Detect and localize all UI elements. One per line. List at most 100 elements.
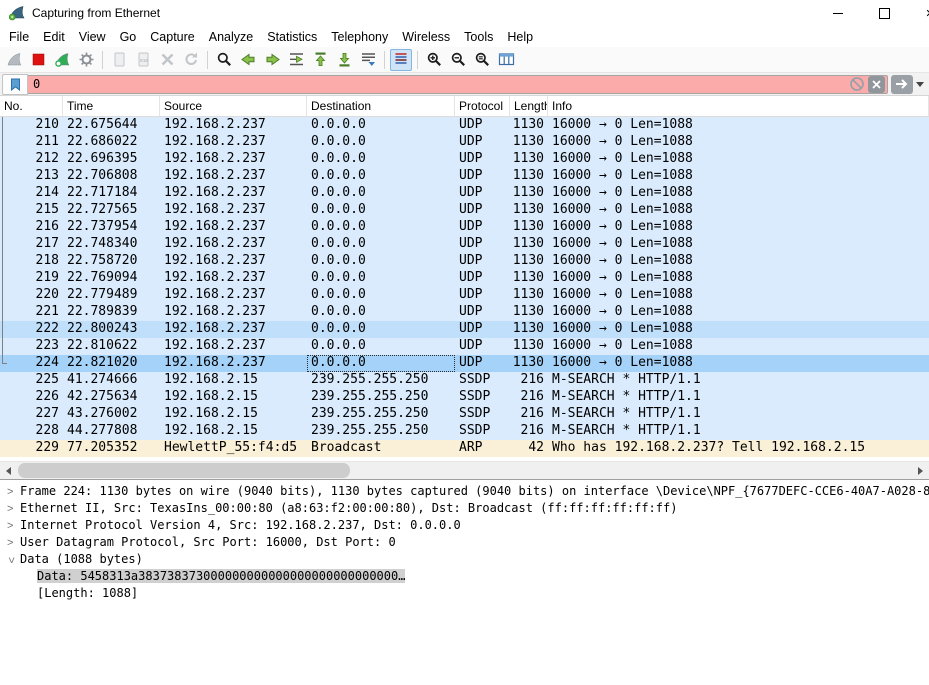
cell-info: Who has 192.168.2.237? Tell 192.168.2.15 [552,440,866,455]
filter-dropdown-button[interactable] [913,75,927,94]
arrow-down-bar-icon [336,51,353,68]
cell-destination: 0.0.0.0 [311,134,366,149]
open-file-button [108,49,130,71]
packet-row-219[interactable]: 219 22.769094 192.168.2.237 0.0.0.0 UDP 1130 1… [0,270,929,287]
packet-row-216[interactable]: 216 22.737954 192.168.2.237 0.0.0.0 UDP 1130 1… [0,219,929,236]
cell-length: 1130 [512,355,544,370]
menu-capture[interactable]: Capture [144,28,200,46]
detail-line-1[interactable]: > Ethernet II, Src: TexasIns_00:00:80 (a8… [0,501,929,518]
packet-row-222[interactable]: 222 22.800243 192.168.2.237 0.0.0.0 UDP 1130 1… [0,321,929,338]
menu-statistics[interactable]: Statistics [261,28,323,46]
packet-row-227[interactable]: 227 43.276002 192.168.2.15 239.255.255.250 S… [0,406,929,423]
capture-restart-button[interactable] [51,49,73,71]
packet-row-215[interactable]: 215 22.727565 192.168.2.237 0.0.0.0 UDP 1130 1… [0,202,929,219]
packet-row-220[interactable]: 220 22.779489 192.168.2.237 0.0.0.0 UDP 1130 1… [0,287,929,304]
close-button[interactable]: ✕ [907,0,929,26]
scroll-right-button[interactable] [912,462,929,479]
column-header-info[interactable]: Info [548,96,929,116]
cell-destination: 0.0.0.0 [311,338,366,353]
column-header-length[interactable]: Length [510,96,548,116]
cell-protocol: ARP [459,440,483,455]
menu-telephony[interactable]: Telephony [325,28,394,46]
go-forward-button[interactable] [261,49,283,71]
detail-line-2[interactable]: > Internet Protocol Version 4, Src: 192.1… [0,518,929,535]
goto-lines-arrow-icon [288,51,305,68]
auto-scroll-button[interactable] [357,49,379,71]
expander-closed-icon[interactable]: > [7,501,13,518]
menu-view[interactable]: View [73,28,112,46]
menu-help[interactable]: Help [501,28,539,46]
maximize-button[interactable] [861,0,907,26]
cell-destination: 0.0.0.0 [311,117,366,132]
column-header-destination[interactable]: Destination [307,96,455,116]
apply-filter-button[interactable] [891,74,913,94]
detail-line-3[interactable]: > User Datagram Protocol, Src Port: 16000… [0,535,929,552]
menu-go[interactable]: Go [114,28,143,46]
go-back-button[interactable] [237,49,259,71]
scroll-left-button[interactable] [0,462,17,479]
go-first-packet-button[interactable] [309,49,331,71]
cell-info: 16000 → 0 Len=1088 [552,338,693,353]
main-toolbar: 010 [0,47,929,73]
packet-row-224[interactable]: 224 22.821020 192.168.2.237 0.0.0.0 UDP 1130 1… [0,355,929,372]
expander-closed-icon[interactable]: > [7,484,13,501]
packet-row-211[interactable]: 211 22.686022 192.168.2.237 0.0.0.0 UDP 1130 1… [0,134,929,151]
expander-open-icon[interactable]: > [2,557,19,563]
maximize-icon [878,7,890,19]
cell-source: 192.168.2.15 [164,389,258,404]
packet-row-226[interactable]: 226 42.275634 192.168.2.15 239.255.255.250 S… [0,389,929,406]
menu-file[interactable]: File [3,28,35,46]
packet-row-212[interactable]: 212 22.696395 192.168.2.237 0.0.0.0 UDP 1130 1… [0,151,929,168]
open-document-icon [111,51,128,68]
resize-columns-button[interactable] [495,49,517,71]
zoom-in-button[interactable] [423,49,445,71]
go-to-packet-button[interactable] [285,49,307,71]
zoom-original-button[interactable] [471,49,493,71]
filter-bookmark-button[interactable] [2,73,28,95]
horizontal-scrollbar[interactable] [0,461,929,479]
expander-closed-icon[interactable]: > [7,535,13,552]
capture-options-button[interactable] [75,49,97,71]
go-last-packet-button[interactable] [333,49,355,71]
menu-analyze[interactable]: Analyze [203,28,259,46]
menu-tools[interactable]: Tools [458,28,499,46]
cell-time: 42.275634 [67,389,138,404]
packet-row-225[interactable]: 225 41.274666 192.168.2.15 239.255.255.250 S… [0,372,929,389]
minimize-button[interactable] [815,0,861,26]
capture-stop-button[interactable] [27,49,49,71]
packet-row-213[interactable]: 213 22.706808 192.168.2.237 0.0.0.0 UDP 1130 1… [0,168,929,185]
detail-line-6[interactable]: [Length: 1088] [0,586,929,603]
column-header-source[interactable]: Source [160,96,307,116]
display-filter-input[interactable]: 0 [28,74,888,94]
packet-row-218[interactable]: 218 22.758720 192.168.2.237 0.0.0.0 UDP 1130 1… [0,253,929,270]
find-packet-button[interactable] [213,49,235,71]
cell-protocol: SSDP [459,406,491,421]
column-header-time[interactable]: Time [63,96,160,116]
menu-edit[interactable]: Edit [37,28,71,46]
colorize-packets-button[interactable] [390,48,412,71]
cell-destination: 0.0.0.0 [311,151,366,166]
cell-destination: 0.0.0.0 [311,321,366,336]
reload-capture-button [180,49,202,71]
packet-row-228[interactable]: 228 44.277808 192.168.2.15 239.255.255.250 S… [0,423,929,440]
detail-line-0[interactable]: > Frame 224: 1130 bytes on wire (9040 bit… [0,484,929,501]
packet-row-221[interactable]: 221 22.789839 192.168.2.237 0.0.0.0 UDP 1130 1… [0,304,929,321]
packet-row-214[interactable]: 214 22.717184 192.168.2.237 0.0.0.0 UDP 1130 1… [0,185,929,202]
zoom-out-button[interactable] [447,49,469,71]
column-header-protocol[interactable]: Protocol [455,96,510,116]
cell-protocol: UDP [459,236,483,251]
menu-wireless[interactable]: Wireless [396,28,456,46]
clear-filter-button[interactable] [868,75,885,93]
cell-length: 216 [520,389,544,404]
column-header-no[interactable]: No. [0,96,63,116]
cell-no: 217 [35,236,59,251]
detail-line-5[interactable]: Data: 5458313a38373837300000000000000000… [0,569,929,586]
packet-row-217[interactable]: 217 22.748340 192.168.2.237 0.0.0.0 UDP 1130 1… [0,236,929,253]
packet-row-223[interactable]: 223 22.810622 192.168.2.237 0.0.0.0 UDP 1130 1… [0,338,929,355]
packet-row-229[interactable]: 229 77.205352 HewlettP_55:f4:d5 Broadcast AR… [0,440,929,457]
packet-row-210[interactable]: 210 22.675644 192.168.2.237 0.0.0.0 UDP 1130 1… [0,117,929,134]
expander-closed-icon[interactable]: > [7,518,13,535]
detail-line-4[interactable]: > Data (1088 bytes) [0,552,929,569]
scrollbar-thumb[interactable] [18,463,350,478]
magnifier-icon [216,51,233,68]
